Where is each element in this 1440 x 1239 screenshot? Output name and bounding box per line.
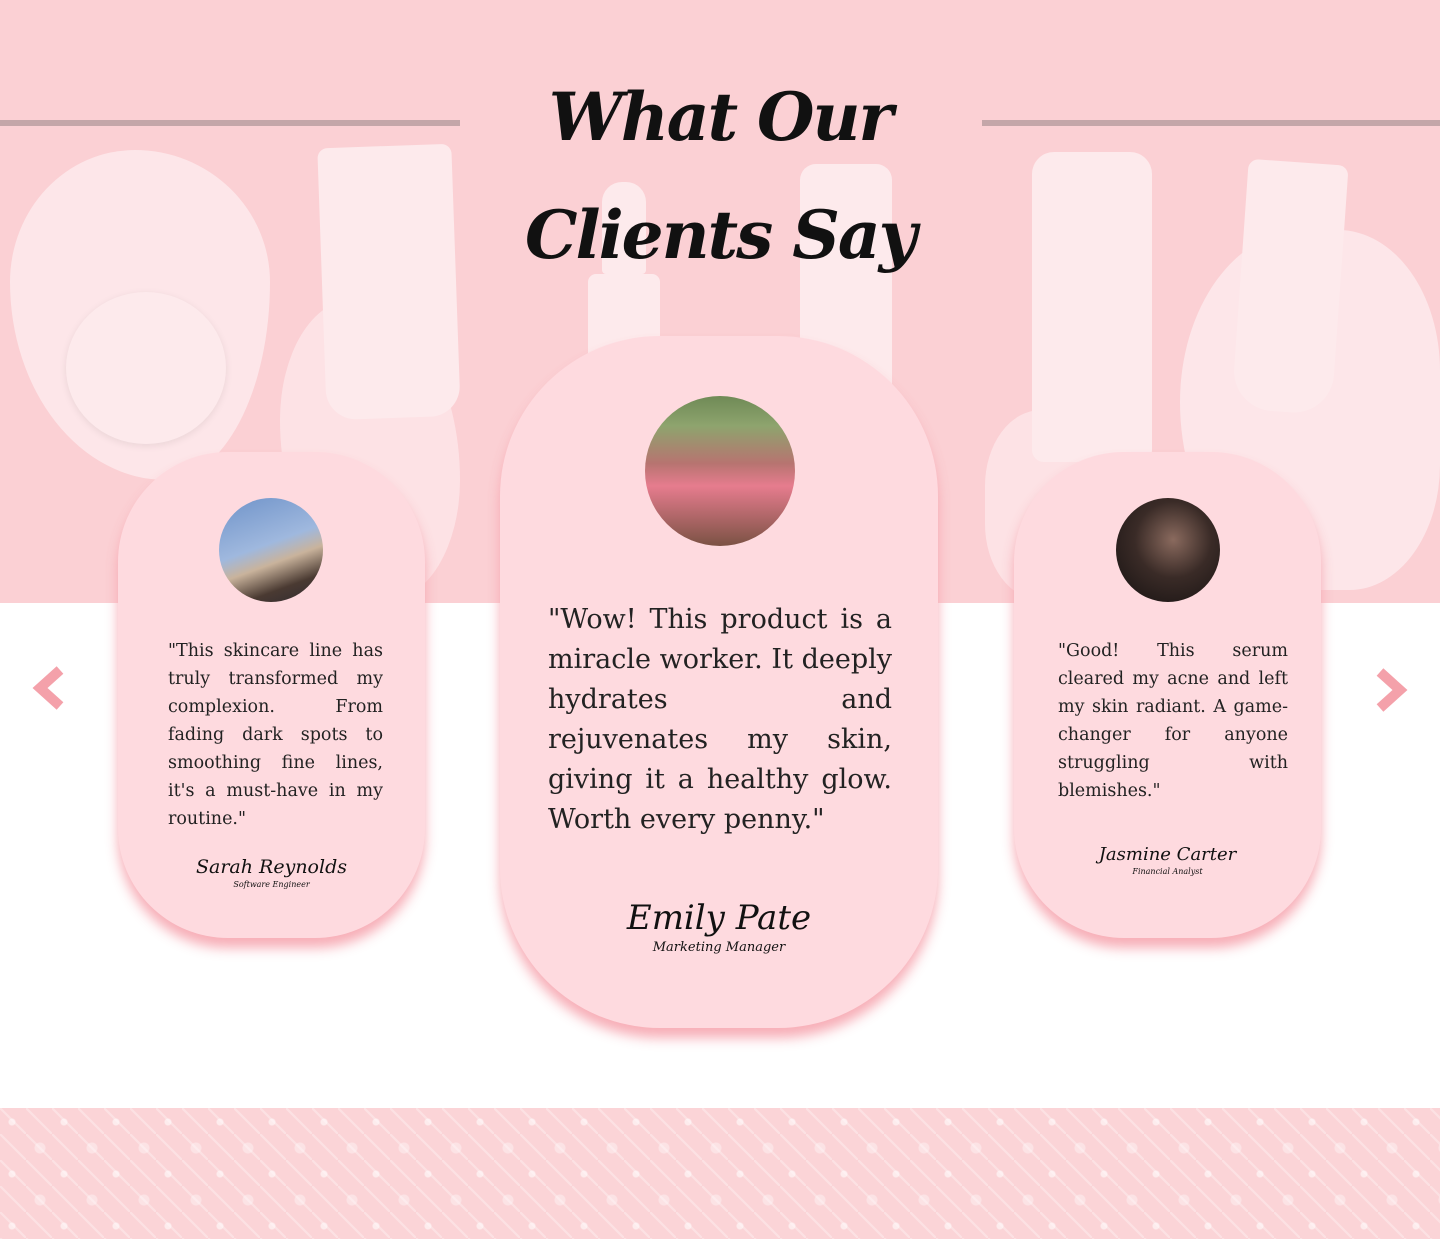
section-title: What Our Clients Say	[524, 78, 917, 274]
carousel-next-button[interactable]	[1370, 666, 1410, 714]
title-divider-left	[0, 120, 460, 126]
testimonial-quote: "Good! This serum cleared my acne and le…	[1058, 641, 1288, 801]
chevron-left-icon	[32, 666, 64, 710]
testimonial-role: Marketing Manager	[652, 940, 786, 955]
testimonial-name: Jasmine Carter	[1098, 844, 1237, 865]
testimonial-card-right: "Good! This serum cleared my acne and le…	[1014, 452, 1321, 938]
carousel-prev-button[interactable]	[30, 664, 70, 712]
cream-tube-cap-shape	[350, 355, 432, 415]
testimonial-role: Software Engineer	[233, 880, 310, 889]
testimonial-quote: "Wow! This product is a miracle worker. …	[548, 604, 892, 835]
testimonial-name: Emily Pate	[626, 898, 812, 938]
cotton-pad-shape	[66, 292, 226, 444]
chevron-right-icon	[1376, 668, 1408, 712]
avatar-jasmine	[1116, 498, 1220, 602]
title-divider-right	[982, 120, 1440, 126]
testimonial-name: Sarah Reynolds	[196, 856, 347, 878]
avatar-emily	[645, 396, 795, 546]
pump-bottle-shape	[1032, 152, 1152, 462]
testimonial-card-left: "This skincare line has truly transforme…	[118, 452, 425, 938]
testimonial-role: Financial Analyst	[1132, 867, 1203, 876]
lotion-tube-shape	[1231, 158, 1349, 416]
testimonial-signature: Sarah Reynolds Software Engineer	[118, 856, 425, 889]
testimonial-signature: Jasmine Carter Financial Analyst	[1014, 844, 1321, 876]
avatar-sarah	[219, 498, 323, 602]
testimonial-quote: "This skincare line has truly transforme…	[168, 641, 383, 829]
testimonial-card-center: "Wow! This product is a miracle worker. …	[500, 336, 938, 1028]
testimonial-signature: Emily Pate Marketing Manager	[500, 898, 938, 955]
footer-pattern-band	[0, 1108, 1440, 1239]
